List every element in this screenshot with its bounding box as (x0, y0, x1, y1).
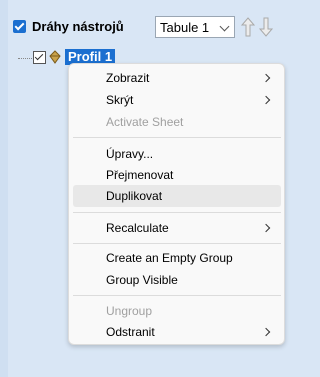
panel-left-edge (0, 0, 8, 377)
chevron-down-icon (219, 21, 230, 32)
menu-item-ungroup: Ungroup (73, 300, 281, 322)
tree-connector-line (18, 58, 32, 59)
chevron-right-icon (261, 73, 271, 83)
menu-item-duplicate[interactable]: Duplikovat (73, 185, 281, 207)
menu-item-recalculate[interactable]: Recalculate (73, 217, 281, 239)
menu-item-label: Duplikovat (106, 189, 163, 203)
move-down-button[interactable] (258, 16, 274, 38)
menu-item-group-visible[interactable]: Group Visible (73, 269, 281, 291)
menu-item-label: Skrýt (106, 93, 134, 107)
menu-item-label: Activate Sheet (106, 115, 184, 129)
menu-item-activate-sheet: Activate Sheet (73, 111, 281, 133)
chevron-right-icon (261, 95, 271, 105)
menu-separator (73, 295, 281, 296)
menu-item-show[interactable]: Zobrazit (73, 67, 281, 89)
menu-item-label: Odstranit (106, 325, 155, 339)
menu-item-rename[interactable]: Přejmenovat (73, 164, 281, 186)
chevron-right-icon (261, 223, 271, 233)
menu-separator (73, 243, 281, 244)
menu-item-hide[interactable]: Skrýt (73, 89, 281, 111)
arrow-down-icon (258, 17, 274, 37)
toolpaths-panel: Dráhy nástrojů Tabule 1 Profil 1 Zobrazi… (0, 0, 295, 377)
profile-visibility-checkbox[interactable] (33, 51, 46, 64)
menu-item-label: Úpravy... (106, 147, 154, 161)
menu-separator (73, 212, 281, 213)
menu-item-label: Recalculate (106, 221, 169, 235)
arrow-up-icon (240, 17, 256, 37)
menu-item-label: Zobrazit (106, 71, 150, 85)
profile-toolpath-icon (49, 50, 61, 64)
menu-item-delete[interactable]: Odstranit (73, 321, 281, 343)
header-visibility-checkbox[interactable] (13, 20, 26, 33)
context-menu: Zobrazit Skrýt Activate Sheet Úpravy... … (68, 63, 285, 345)
menu-item-label: Přejmenovat (106, 168, 174, 182)
panel-title: Dráhy nástrojů (32, 19, 124, 34)
move-up-button[interactable] (240, 16, 256, 38)
sheet-select-value: Tabule 1 (160, 20, 210, 35)
menu-item-label: Create an Empty Group (106, 251, 233, 265)
panel-header: Dráhy nástrojů Tabule 1 (12, 15, 288, 39)
menu-item-edit[interactable]: Úpravy... (73, 143, 281, 165)
menu-separator (73, 137, 281, 138)
sheet-select[interactable]: Tabule 1 (155, 16, 235, 38)
menu-item-create-empty-group[interactable]: Create an Empty Group (73, 247, 281, 269)
chevron-right-icon (261, 327, 271, 337)
menu-item-label: Ungroup (106, 304, 153, 318)
menu-item-label: Group Visible (106, 273, 178, 287)
